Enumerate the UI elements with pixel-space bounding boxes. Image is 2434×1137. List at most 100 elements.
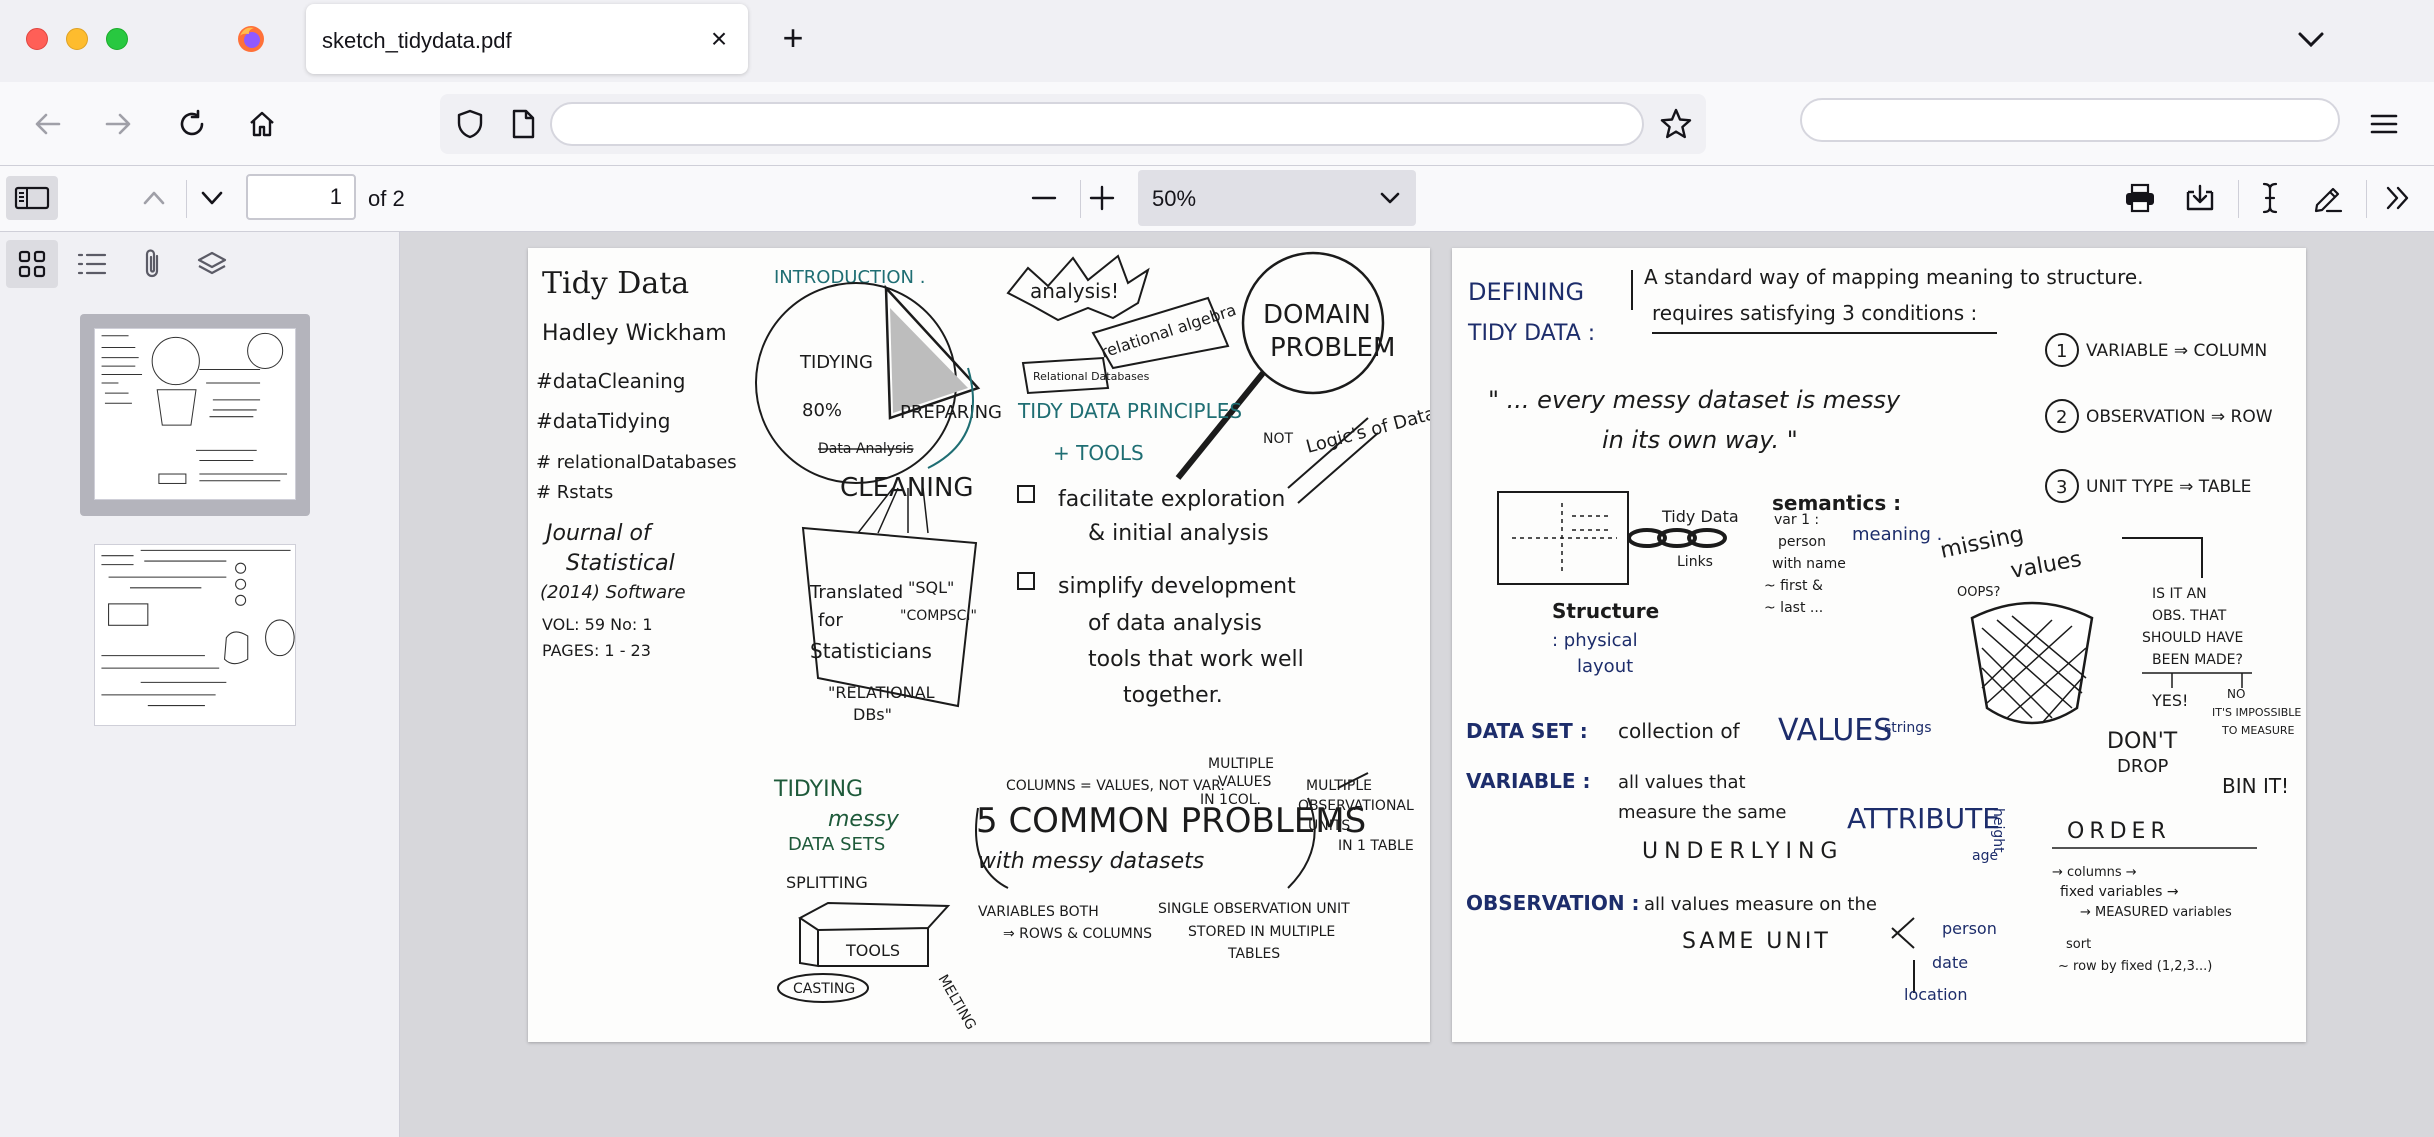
toolbar-separator	[2238, 180, 2239, 218]
principle-line: tools that work well	[1088, 647, 1304, 672]
new-tab-button[interactable]: +	[776, 20, 810, 56]
standard-line: requires satisfying 3 conditions :	[1652, 301, 1977, 325]
back-button[interactable]	[26, 102, 70, 146]
zoom-select[interactable]: 50%	[1138, 170, 1416, 226]
tidying-label: TIDYING	[799, 352, 873, 373]
url-bar	[440, 94, 1706, 154]
pdf-viewer[interactable]: Tidy Data Hadley Wickham #dataCleaning #…	[400, 232, 2434, 1137]
messy-heading: messy	[828, 807, 900, 832]
grid-icon	[18, 250, 46, 278]
unit-example: location	[1904, 985, 1967, 1004]
unit-bracket	[1891, 917, 1915, 949]
page-number-input[interactable]	[246, 174, 356, 220]
zoom-in-button[interactable]	[1080, 176, 1124, 220]
zoom-out-button[interactable]	[1022, 176, 1066, 220]
list-icon	[77, 253, 107, 275]
chevron-down-icon	[201, 191, 223, 205]
close-window-button[interactable]	[26, 28, 48, 50]
search-input[interactable]	[1800, 98, 2340, 142]
paper-title: Tidy Data	[542, 266, 689, 301]
principle-line: & initial analysis	[1088, 521, 1269, 546]
order-note: → columns →	[2052, 865, 2137, 880]
tools-menu-button[interactable]	[2376, 176, 2420, 220]
address-input[interactable]	[550, 102, 1644, 146]
app-menu-button[interactable]	[2362, 102, 2406, 146]
oops-label: OOPS?	[1957, 585, 2000, 600]
unit-example: date	[1932, 953, 1968, 972]
attachments-tab[interactable]	[126, 240, 178, 288]
intro-heading: INTRODUCTION .	[774, 267, 925, 288]
variable-term: VARIABLE :	[1466, 769, 1591, 793]
single-obs-line: SINGLE OBSERVATION UNIT	[1158, 901, 1350, 917]
forward-arrow-icon	[105, 113, 131, 135]
page-2-preview	[101, 549, 295, 707]
principle-line: of data analysis	[1088, 611, 1262, 636]
single-obs-line: TABLES	[1227, 946, 1280, 962]
thumbnail-page-2[interactable]	[80, 544, 310, 730]
outline-tab[interactable]	[66, 240, 118, 288]
layers-tab[interactable]	[186, 240, 238, 288]
page-count: of 2	[368, 186, 405, 211]
minimize-window-button[interactable]	[66, 28, 88, 50]
variable-def: all values that	[1618, 772, 1746, 793]
datasets-heading: DATA SETS	[788, 834, 885, 855]
cleaning-label: CLEANING	[840, 473, 974, 503]
page-info-icon[interactable]	[508, 108, 538, 140]
thumbnails-tab[interactable]	[6, 240, 58, 288]
tag: # relationalDatabases	[536, 452, 737, 473]
previous-page-button[interactable]	[132, 176, 176, 220]
firefox-icon[interactable]	[236, 24, 266, 54]
text-tool-button[interactable]	[2248, 176, 2292, 220]
problem-label: PROBLEM	[1270, 333, 1395, 363]
list-all-tabs-icon[interactable]	[2294, 24, 2328, 54]
reload-icon	[180, 109, 204, 136]
sql-label: "SQL"	[908, 578, 954, 597]
domain-label: DOMAIN	[1263, 300, 1371, 330]
close-tab-icon[interactable]: ×	[704, 24, 734, 54]
condition-text: UNIT TYPE ⇒ TABLE	[2086, 477, 2251, 497]
quote-line: " ... every messy dataset is messy	[1488, 386, 1901, 414]
print-button[interactable]	[2118, 176, 2162, 220]
unit-example: person	[1942, 919, 1997, 938]
translated-line: Translated	[809, 582, 903, 603]
logic-label: Logic's of Data.	[1304, 402, 1430, 458]
journal-line: Statistical	[566, 551, 675, 576]
thumbnail-page-1[interactable]	[80, 314, 310, 516]
tag: #dataTidying	[536, 409, 670, 433]
order-note: sort	[2066, 937, 2091, 952]
analysis-label: analysis!	[1030, 279, 1119, 303]
zoom-value: 50%	[1152, 186, 1197, 211]
forward-button[interactable]	[96, 102, 140, 146]
draw-tool-button[interactable]	[2306, 176, 2350, 220]
toggle-sidebar-button[interactable]	[6, 176, 58, 220]
translated-line: for	[818, 610, 843, 631]
home-button[interactable]	[240, 102, 284, 146]
home-icon	[250, 111, 274, 137]
translated-line: Statisticians	[810, 639, 932, 663]
structure-grid	[1512, 503, 1617, 573]
save-button[interactable]	[2178, 176, 2222, 220]
active-tab[interactable]: sketch_tidydata.pdf ×	[306, 4, 748, 74]
question-arrow	[2122, 537, 2203, 578]
pdf-page-1: Tidy Data Hadley Wickham #dataCleaning #…	[528, 248, 1430, 1042]
var-note: ~ last ...	[1764, 600, 1823, 616]
not-label: NOT	[1263, 431, 1293, 447]
thumbnail-image	[94, 544, 296, 726]
zoom-window-button[interactable]	[106, 28, 128, 50]
dataset-term: DATA SET :	[1466, 719, 1588, 743]
toolbar-separator	[2366, 180, 2367, 218]
no-line: NO	[2227, 687, 2245, 701]
dont-drop-line: DROP	[2117, 756, 2169, 777]
reload-button[interactable]	[170, 102, 214, 146]
bookmark-star-icon[interactable]	[1658, 106, 1694, 142]
bin-it-label: BIN IT!	[2222, 774, 2289, 798]
obs-question-line: BEEN MADE?	[2152, 652, 2243, 668]
next-page-button[interactable]	[190, 176, 234, 220]
meaning-label: meaning .	[1852, 524, 1942, 545]
pages: PAGES: 1 - 23	[542, 641, 651, 660]
var-note: with name	[1772, 556, 1846, 572]
multiple-values-line: VALUES	[1218, 774, 1271, 790]
quote-line: in its own way. "	[1602, 426, 1798, 454]
shield-icon[interactable]	[454, 108, 486, 140]
condition-text: VARIABLE ⇒ COLUMN	[2086, 341, 2267, 361]
